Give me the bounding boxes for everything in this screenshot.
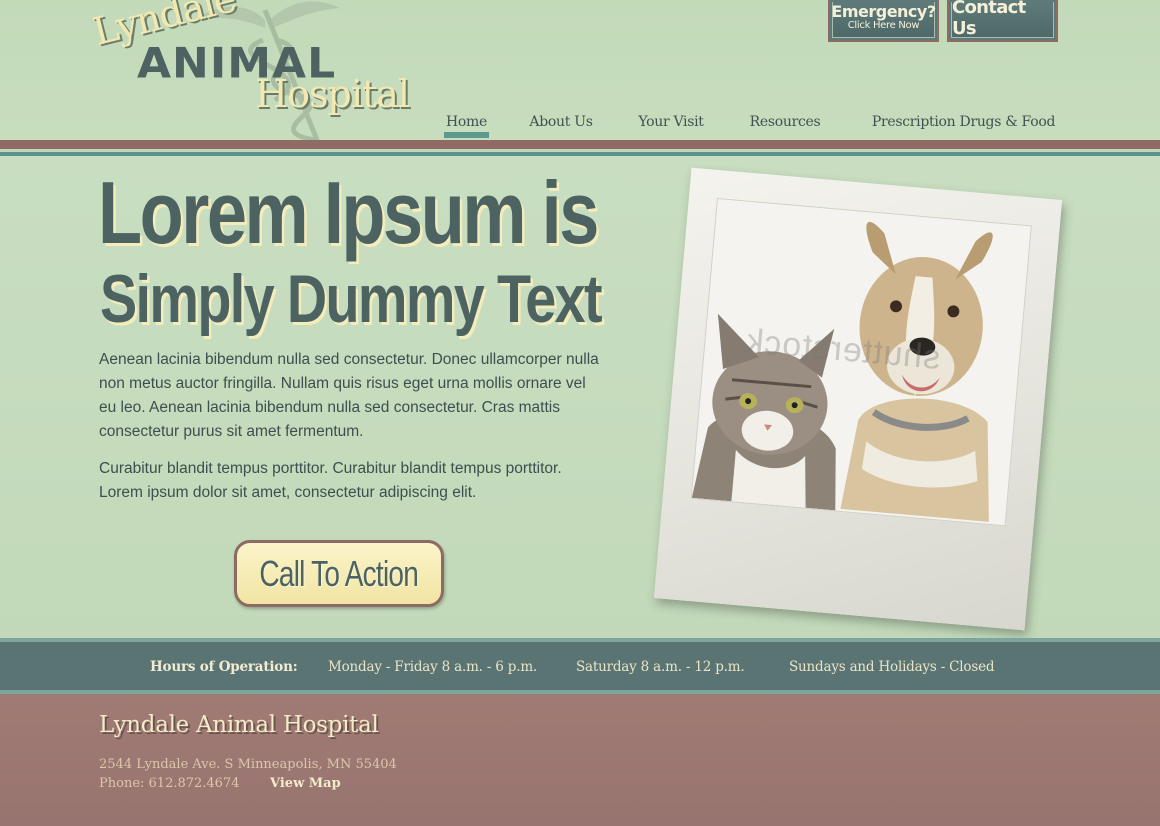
footer-address: 2544 Lyndale Ave. S Minneapolis, MN 5540… bbox=[99, 757, 397, 772]
hours-label: Hours of Operation: bbox=[150, 659, 298, 675]
emergency-button[interactable]: Emergency? Click Here Now bbox=[828, 0, 939, 42]
hours-saturday: Saturday 8 a.m. - 12 p.m. bbox=[576, 659, 745, 675]
footer-phone: Phone: 612.872.4674 bbox=[99, 776, 240, 791]
pet-photo-frame: shutterstock bbox=[653, 167, 1063, 631]
nav-prescription-drugs-food[interactable]: Prescription Drugs & Food bbox=[866, 113, 1061, 139]
pet-photo: shutterstock bbox=[690, 197, 1032, 527]
view-map-link[interactable]: View Map bbox=[270, 776, 341, 791]
hero-paragraph-2: Curabitur blandit tempus porttitor. Cura… bbox=[99, 460, 562, 501]
nav-your-visit[interactable]: Your Visit bbox=[632, 113, 710, 139]
nav-resources[interactable]: Resources bbox=[744, 113, 826, 139]
hero-paragraph-1: Aenean lacinia bibendum nulla sed consec… bbox=[99, 351, 599, 440]
hours-weekday: Monday - Friday 8 a.m. - 6 p.m. bbox=[328, 659, 538, 675]
call-to-action-label: Call To Action bbox=[259, 552, 419, 594]
nav-home[interactable]: Home bbox=[444, 113, 489, 139]
contact-us-button[interactable]: Contact Us bbox=[947, 0, 1058, 42]
emergency-title: Emergency? bbox=[831, 2, 936, 21]
header-divider bbox=[0, 140, 1160, 149]
logo-text-hospital: Hospital bbox=[255, 72, 410, 116]
footer-title: Lyndale Animal Hospital bbox=[99, 712, 379, 738]
main-nav: Home About Us Your Visit Resources Presc… bbox=[0, 113, 1160, 141]
contact-us-label: Contact Us bbox=[952, 0, 1026, 39]
hero-headline-line1: Lorem Ipsum is bbox=[98, 163, 599, 262]
hours-sunday: Sundays and Holidays - Closed bbox=[789, 659, 995, 675]
emergency-subtitle: Click Here Now bbox=[847, 20, 920, 31]
call-to-action-button[interactable]: Call To Action bbox=[234, 540, 444, 607]
hero-headline-line2: Simply Dummy Text bbox=[100, 261, 603, 337]
footer: Lyndale Animal Hospital 2544 Lyndale Ave… bbox=[0, 694, 1160, 826]
nav-about-us[interactable]: About Us bbox=[526, 113, 596, 139]
hours-bar: Hours of Operation: Monday - Friday 8 a.… bbox=[0, 638, 1160, 694]
